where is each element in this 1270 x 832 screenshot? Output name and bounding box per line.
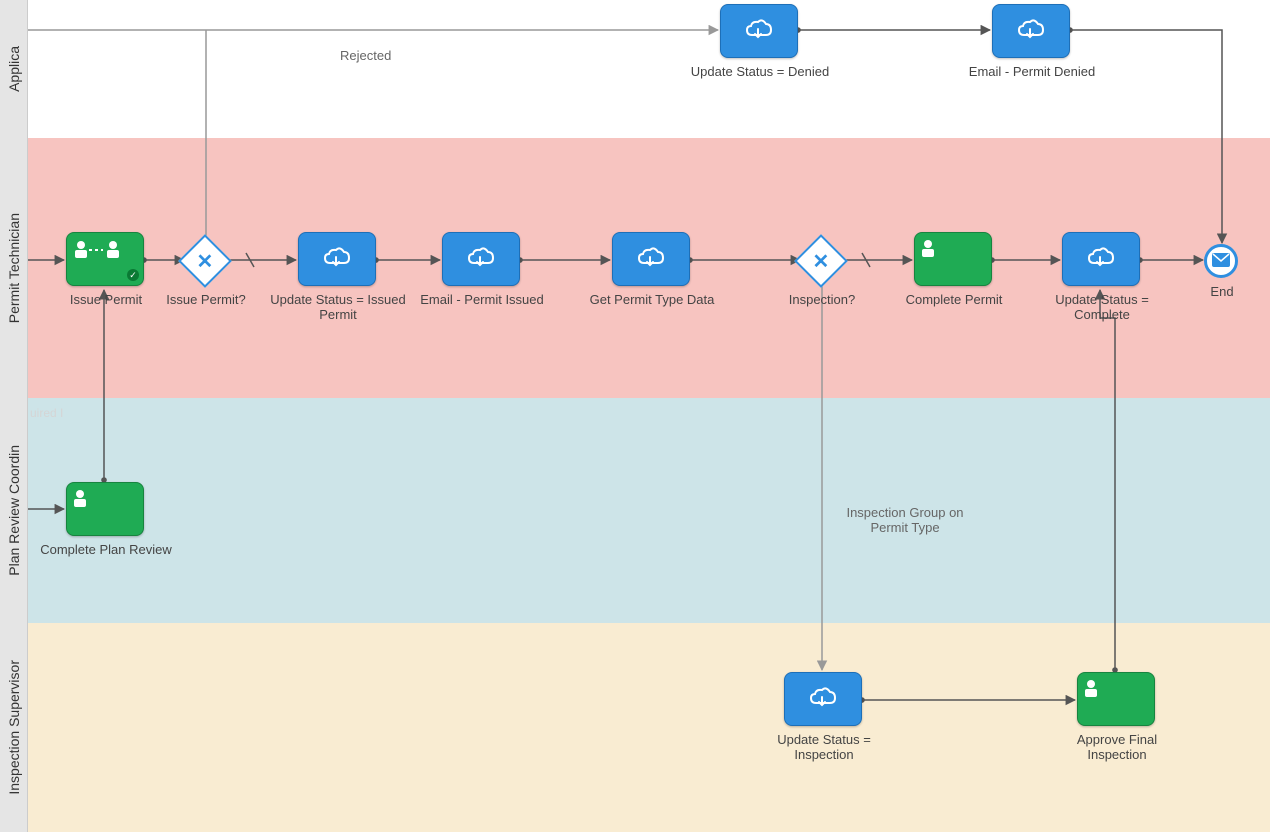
user-task-icon bbox=[73, 239, 121, 261]
user-task-icon bbox=[73, 489, 93, 509]
task-label: Get Permit Type Data bbox=[582, 292, 722, 307]
cloud-icon bbox=[1016, 19, 1046, 44]
task-update-status-inspection[interactable] bbox=[784, 672, 862, 726]
task-label: Update Status = Issued Permit bbox=[268, 292, 408, 322]
task-complete-plan-review[interactable] bbox=[66, 482, 144, 536]
task-label: Email - Permit Denied bbox=[962, 64, 1102, 79]
lane-label-inspection: Inspection Supervisor bbox=[0, 623, 28, 832]
end-event[interactable] bbox=[1204, 244, 1238, 278]
user-task-icon bbox=[1084, 679, 1104, 699]
task-get-permit-type-data[interactable] bbox=[612, 232, 690, 286]
lane-label-text: Permit Technician bbox=[6, 213, 22, 323]
lane-label-text: Applica bbox=[6, 46, 22, 92]
lane-label-text: Inspection Supervisor bbox=[6, 660, 22, 795]
task-issue-permit[interactable]: ✓ bbox=[66, 232, 144, 286]
cloud-icon bbox=[808, 687, 838, 712]
task-label: Update Status = Inspection bbox=[754, 732, 894, 762]
edge-label-inspection-group: Inspection Group on Permit Type bbox=[830, 505, 980, 535]
task-update-status-denied[interactable] bbox=[720, 4, 798, 58]
task-label: Complete Permit bbox=[884, 292, 1024, 307]
cloud-icon bbox=[1086, 247, 1116, 272]
edge-label-rejected: Rejected bbox=[340, 48, 391, 63]
task-label: Email - Permit Issued bbox=[412, 292, 552, 307]
task-approve-final-inspection[interactable] bbox=[1077, 672, 1155, 726]
task-update-status-issued[interactable] bbox=[298, 232, 376, 286]
task-label: Update Status = Denied bbox=[690, 64, 830, 79]
task-update-status-complete[interactable] bbox=[1062, 232, 1140, 286]
lane-label-text: Plan Review Coordin bbox=[6, 445, 22, 576]
faded-text: uired I bbox=[30, 406, 63, 420]
gateway-label: Inspection? bbox=[752, 292, 892, 307]
end-label: End bbox=[1152, 284, 1270, 299]
cloud-icon bbox=[636, 247, 666, 272]
x-icon: ✕ bbox=[197, 248, 214, 273]
cloud-icon bbox=[466, 247, 496, 272]
cloud-icon bbox=[322, 247, 352, 272]
user-task-icon bbox=[921, 239, 941, 259]
task-email-permit-denied[interactable] bbox=[992, 4, 1070, 58]
lane-label-permit-tech: Permit Technician bbox=[0, 138, 28, 398]
check-badge-icon: ✓ bbox=[127, 269, 139, 281]
lane-label-plan-review: Plan Review Coordin bbox=[0, 398, 28, 623]
lane-plan-review-band bbox=[28, 398, 1270, 623]
lane-inspection-band bbox=[28, 623, 1270, 832]
x-icon: ✕ bbox=[813, 248, 830, 273]
task-complete-permit[interactable] bbox=[914, 232, 992, 286]
task-label: Complete Plan Review bbox=[36, 542, 176, 557]
task-email-permit-issued[interactable] bbox=[442, 232, 520, 286]
task-label: Approve Final Inspection bbox=[1047, 732, 1187, 762]
gateway-label: Issue Permit? bbox=[136, 292, 276, 307]
lane-label-applicant: Applica bbox=[0, 0, 28, 138]
envelope-icon bbox=[1212, 253, 1230, 270]
cloud-icon bbox=[744, 19, 774, 44]
task-label: Update Status = Complete bbox=[1032, 292, 1172, 322]
